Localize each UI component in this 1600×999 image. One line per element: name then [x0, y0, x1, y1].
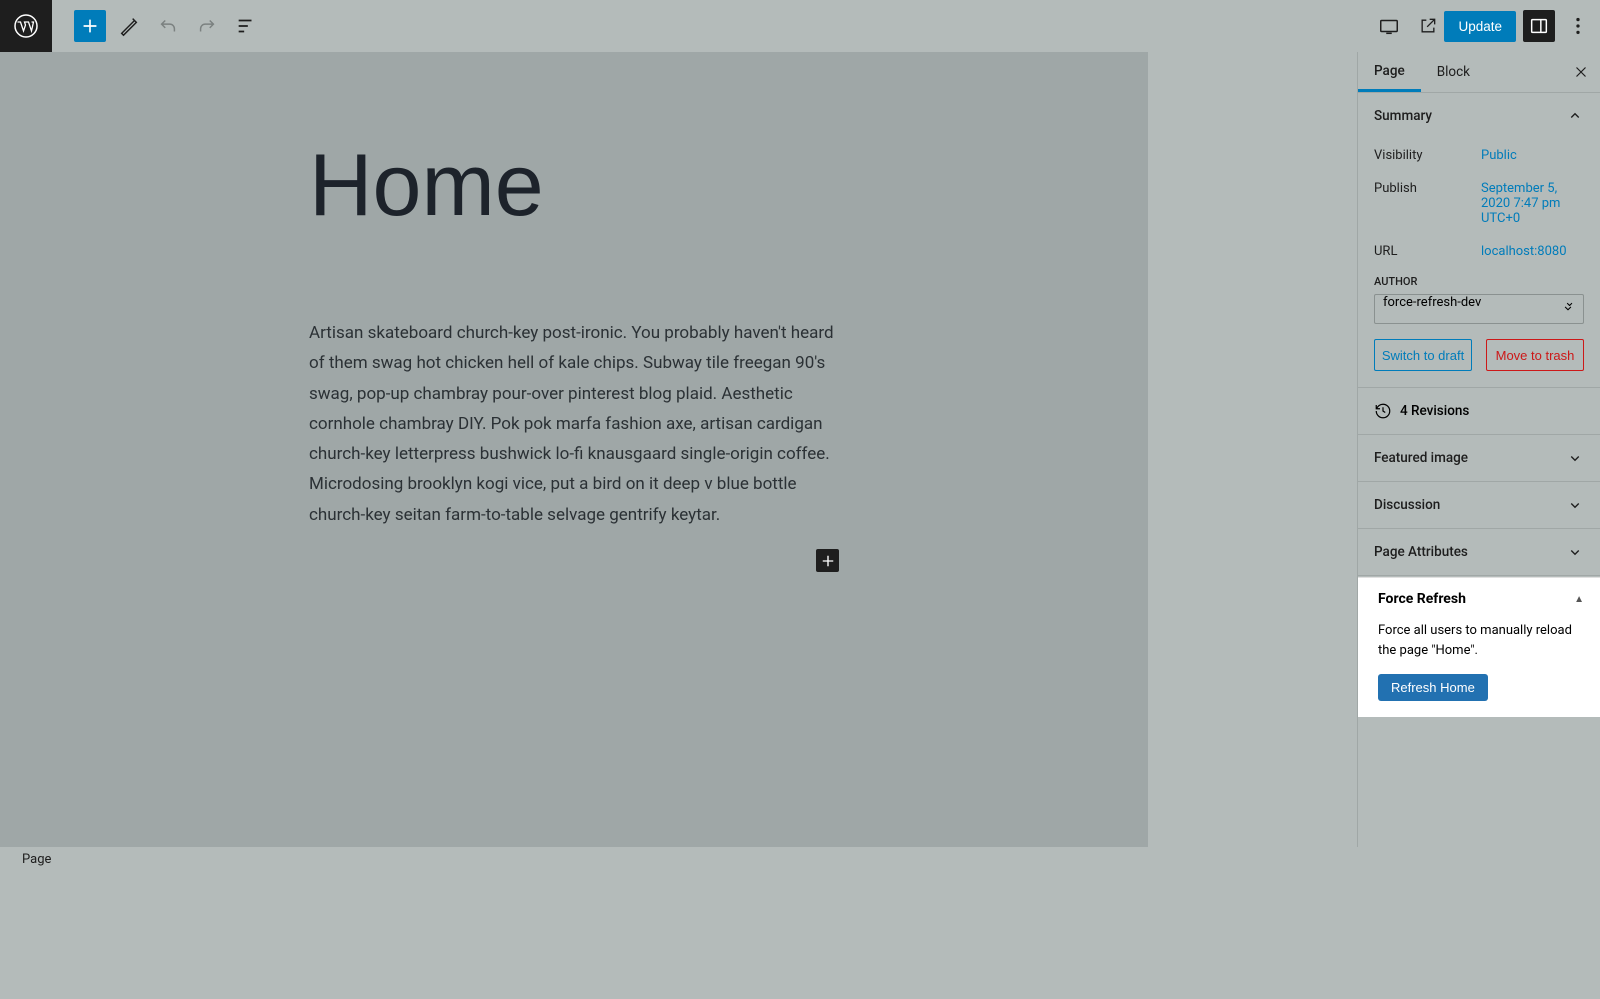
author-select-value: force-refresh-dev [1383, 295, 1481, 310]
revisions-row[interactable]: 4 Revisions [1358, 388, 1600, 435]
tab-page[interactable]: Page [1358, 52, 1421, 92]
add-block-inline-button[interactable] [816, 549, 839, 572]
featured-image-panel: Featured image [1358, 435, 1600, 482]
page-attributes-title: Page Attributes [1374, 544, 1468, 560]
url-value[interactable]: localhost:8080 [1481, 244, 1584, 259]
force-refresh-body: Force all users to manually reload the p… [1358, 614, 1600, 717]
triangle-up-icon: ▲ [1574, 594, 1584, 605]
add-block-button[interactable] [74, 10, 106, 42]
undo-button[interactable] [152, 10, 184, 42]
revisions-label: 4 Revisions [1400, 403, 1469, 419]
author-label: AUTHOR [1374, 275, 1584, 288]
toolbar-left [0, 0, 262, 52]
discussion-panel: Discussion [1358, 482, 1600, 529]
move-to-trash-button[interactable]: Move to trash [1486, 339, 1584, 371]
options-button[interactable] [1562, 10, 1594, 42]
force-refresh-title: Force Refresh [1378, 591, 1466, 607]
publish-label: Publish [1374, 181, 1481, 226]
author-select[interactable]: force-refresh-dev [1374, 294, 1584, 324]
top-toolbar: Update [0, 0, 1600, 52]
summary-title: Summary [1374, 108, 1432, 124]
summary-buttons: Switch to draft Move to trash [1374, 339, 1584, 371]
tab-block[interactable]: Block [1421, 52, 1486, 92]
visibility-value[interactable]: Public [1481, 148, 1584, 163]
page-attributes-header[interactable]: Page Attributes [1358, 529, 1600, 575]
page-content-paragraph[interactable]: Artisan skateboard church-key post-ironi… [309, 318, 839, 530]
history-icon [1374, 402, 1392, 420]
chevron-up-icon [1566, 107, 1584, 125]
switch-to-draft-button[interactable]: Switch to draft [1374, 339, 1472, 371]
summary-panel: Summary Visibility Public Publish Septem… [1358, 93, 1600, 388]
preview-button[interactable] [1412, 10, 1444, 42]
url-row: URL localhost:8080 [1374, 235, 1584, 268]
force-refresh-panel: Force Refresh ▲ Force all users to manua… [1358, 577, 1600, 717]
discussion-header[interactable]: Discussion [1358, 482, 1600, 528]
sidebar-tabs: Page Block [1358, 52, 1600, 93]
visibility-row: Visibility Public [1374, 139, 1584, 172]
refresh-home-button[interactable]: Refresh Home [1378, 674, 1488, 701]
wordpress-logo[interactable] [0, 0, 52, 52]
visibility-label: Visibility [1374, 148, 1481, 163]
editor-canvas[interactable]: Home Artisan skateboard church-key post-… [0, 52, 1148, 847]
page-attributes-panel: Page Attributes [1358, 529, 1600, 576]
summary-panel-header[interactable]: Summary [1358, 93, 1600, 139]
chevron-down-icon [1566, 496, 1584, 514]
settings-sidebar-toggle[interactable] [1523, 10, 1555, 42]
chevron-down-icon [1561, 301, 1575, 315]
document-overview-button[interactable] [230, 10, 262, 42]
page-title[interactable]: Home [309, 134, 839, 236]
discussion-title: Discussion [1374, 497, 1440, 513]
featured-image-header[interactable]: Featured image [1358, 435, 1600, 481]
breadcrumb-item[interactable]: Page [22, 852, 51, 867]
publish-row: Publish September 5, 2020 7:47 pm UTC+0 [1374, 172, 1584, 235]
toolbar-right: Update [1366, 10, 1594, 42]
publish-value[interactable]: September 5, 2020 7:47 pm UTC+0 [1481, 181, 1584, 226]
settings-sidebar: Page Block Summary Visibility Public Pub… [1357, 52, 1600, 847]
view-button[interactable] [1373, 10, 1405, 42]
summary-panel-body: Visibility Public Publish September 5, 2… [1358, 139, 1600, 387]
breadcrumb-bar: Page [0, 847, 1148, 871]
force-refresh-header[interactable]: Force Refresh ▲ [1358, 578, 1600, 614]
update-button[interactable]: Update [1444, 11, 1516, 42]
chevron-down-icon [1566, 543, 1584, 561]
featured-image-title: Featured image [1374, 450, 1468, 466]
tools-button[interactable] [113, 10, 145, 42]
close-sidebar-button[interactable] [1572, 63, 1590, 81]
redo-button[interactable] [191, 10, 223, 42]
chevron-down-icon [1566, 449, 1584, 467]
force-refresh-description: Force all users to manually reload the p… [1378, 621, 1580, 660]
url-label: URL [1374, 244, 1481, 259]
